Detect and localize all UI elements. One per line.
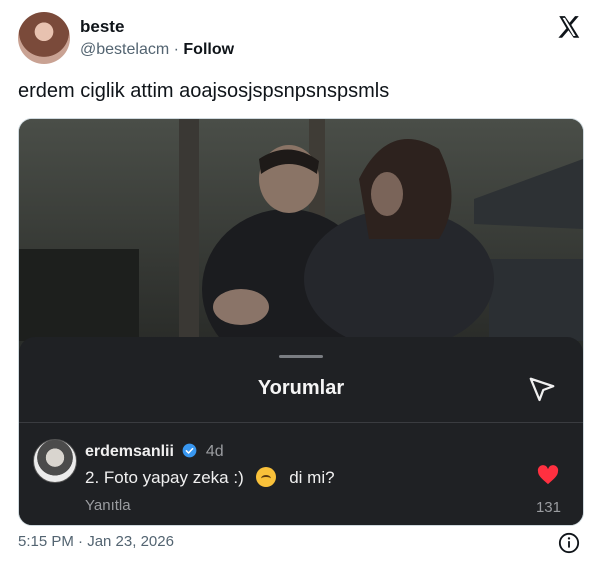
- x-logo-icon[interactable]: [556, 14, 582, 40]
- upside-down-face-emoji: [256, 467, 277, 487]
- author-handle-row: @bestelacm · Follow: [80, 41, 234, 59]
- comment-header: erdemsanlii 4d: [85, 443, 224, 461]
- commenter-username[interactable]: erdemsanlii: [85, 443, 174, 460]
- tweet-timestamp[interactable]: 5:15 PM · Jan 23, 2026: [18, 533, 174, 550]
- send-icon[interactable]: [527, 375, 557, 405]
- tweet-header: beste @bestelacm · Follow: [18, 12, 584, 68]
- info-icon[interactable]: [558, 532, 580, 554]
- sheet-divider: [19, 422, 583, 423]
- tweet-media[interactable]: Yorumlar erdemsanlii 4d 2. Foto yapay ze…: [18, 118, 584, 526]
- comment-time: 4d: [205, 443, 224, 460]
- verified-badge-icon: [183, 443, 197, 458]
- comment-text-start: 2. Foto yapay zeka :): [85, 468, 244, 487]
- embedded-photo: [19, 119, 583, 341]
- author-handle[interactable]: @bestelacm: [80, 41, 169, 58]
- tweet-text: erdem ciglik attim aoajsosjspsnpsnspsmls: [18, 80, 390, 102]
- separator-dot: ·: [173, 41, 179, 58]
- comments-sheet: Yorumlar erdemsanlii 4d 2. Foto yapay ze…: [19, 337, 583, 525]
- reply-button[interactable]: Yanıtla: [85, 497, 131, 514]
- heart-icon[interactable]: [537, 465, 559, 485]
- comment-text: 2. Foto yapay zeka :) di mi?: [85, 467, 335, 488]
- follow-button[interactable]: Follow: [183, 41, 234, 58]
- author-avatar[interactable]: [18, 12, 70, 64]
- sheet-title: Yorumlar: [257, 377, 345, 399]
- commenter-avatar[interactable]: [33, 439, 77, 483]
- like-count: 131: [535, 499, 561, 516]
- author-name[interactable]: beste: [80, 17, 124, 37]
- comment-text-end: di mi?: [289, 468, 335, 487]
- sheet-grabber[interactable]: [279, 355, 323, 358]
